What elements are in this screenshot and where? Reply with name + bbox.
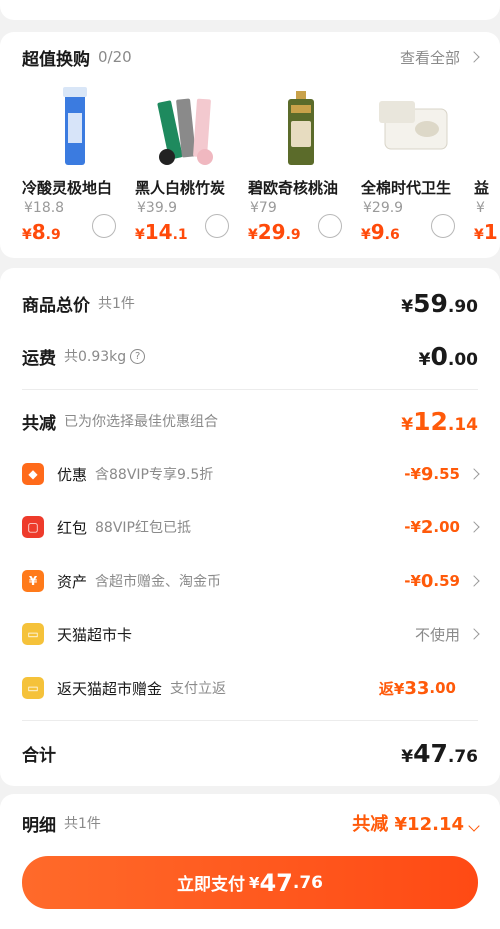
red-packet-row[interactable]: ▢ 红包 88VIP红包已抵 -¥ 2.00 [22, 514, 480, 540]
assets-desc: 含超市赠金、淘金币 [95, 574, 222, 590]
product-original-price: ¥39.9 [137, 200, 178, 216]
shipping-label: 运费 [22, 348, 56, 369]
discount-desc: 含88VIP专享9.5折 [95, 467, 214, 483]
red-packet-icon: ▢ [22, 516, 44, 538]
assets-value: -¥ 0.59 [404, 570, 460, 592]
detail-row[interactable]: 明细 共1件 共减 ¥12.14 [22, 808, 480, 838]
product-price: ¥14.1 [135, 220, 188, 244]
rebate-desc: 支付立返 [170, 681, 227, 697]
swap-product-list: 冷酸灵极地白 ¥18.8 ¥8.9 黑人白桃竹炭 ¥39.9 ¥14.1 碧欧奇… [22, 87, 500, 247]
chevron-down-icon [468, 820, 480, 832]
shipping-weight: 共0.93kg? [64, 346, 146, 366]
swap-product[interactable]: 冷酸灵极地白 ¥18.8 ¥8.9 [22, 87, 135, 247]
swap-product[interactable]: 益 ¥ ¥1 [474, 87, 500, 247]
chevron-right-icon [468, 575, 480, 587]
checkout-bar: 明细 共1件 共减 ¥12.14 立即支付 ¥ 47 .76 [0, 794, 500, 929]
product-name: 益 [474, 179, 490, 197]
toothpaste-pack-image [157, 98, 213, 165]
red-packet-desc: 88VIP红包已抵 [95, 520, 191, 536]
rebate-row: ▭ 返天猫超市赠金 支付立返 返¥ 33.00 [22, 675, 478, 701]
product-name: 碧欧奇核桃油 [248, 179, 339, 197]
swap-title: 超值换购 [22, 49, 90, 70]
toothpaste-image [63, 87, 87, 165]
swap-header: 超值换购 0/20 查看全部 [22, 44, 480, 70]
select-radio[interactable] [318, 214, 342, 238]
detail-count: 共1件 [64, 816, 101, 832]
oil-bottle-image [288, 91, 314, 165]
swap-product[interactable]: 黑人白桃竹炭 ¥39.9 ¥14.1 [135, 87, 248, 247]
product-original-price: ¥ [476, 200, 485, 216]
gift-card-icon: ▭ [22, 677, 44, 699]
yen-coin-icon: ¥ [22, 570, 44, 592]
detail-label: 明细 [22, 815, 56, 836]
gift-card-icon: ▭ [22, 623, 44, 645]
tmall-card-label: 天猫超市卡 [57, 625, 133, 644]
chevron-right-icon [468, 521, 480, 533]
select-radio[interactable] [205, 214, 229, 238]
product-price: ¥29.9 [248, 220, 301, 244]
product-name: 黑人白桃竹炭 [135, 179, 226, 197]
help-icon[interactable]: ? [130, 348, 146, 364]
rebate-value: 返¥ 33.00 [378, 677, 456, 699]
swap-product[interactable]: 碧欧奇核桃油 ¥79 ¥29.9 [248, 87, 361, 247]
swap-count: 0/20 [98, 48, 132, 66]
previous-section-card [0, 0, 500, 20]
grand-total-label: 合计 [22, 745, 56, 766]
red-packet-value: -¥ 2.00 [404, 516, 460, 538]
goods-total-label: 商品总价 [22, 295, 90, 316]
discount-row[interactable]: ◆ 优惠 含88VIP专享9.5折 -¥ 9.55 [22, 461, 480, 487]
product-original-price: ¥29.9 [363, 200, 404, 216]
product-original-price: ¥18.8 [24, 200, 65, 216]
total-reduction-value: ¥12.14 [401, 406, 478, 436]
chevron-right-icon [468, 51, 480, 63]
assets-row[interactable]: ¥ 资产 含超市赠金、淘金币 -¥ 0.59 [22, 568, 480, 594]
divider [22, 720, 478, 721]
detail-reduction: 共减 ¥12.14 [352, 810, 480, 836]
goods-count: 共1件 [98, 296, 135, 312]
rebate-label: 返天猫超市赠金 [57, 679, 163, 698]
chevron-right-icon [468, 468, 480, 480]
divider [22, 389, 478, 390]
product-price: ¥1 [474, 220, 498, 244]
product-name: 冷酸灵极地白 [22, 179, 113, 197]
discount-value: -¥ 9.55 [404, 463, 460, 485]
red-packet-label: 红包 [57, 518, 88, 537]
product-name: 全棉时代卫生 [361, 179, 452, 197]
tag-icon: ◆ [22, 463, 44, 485]
tmall-card-value: 不使用 [414, 625, 460, 644]
shipping-value: ¥0.00 [418, 341, 478, 371]
shipping-row: 运费 共0.93kg? ¥0.00 [22, 341, 478, 371]
view-all-link[interactable]: 查看全部 [399, 47, 480, 68]
assets-label: 资产 [57, 572, 88, 591]
grand-total-row: 合计 ¥47.76 [22, 736, 478, 770]
view-all-label: 查看全部 [399, 48, 460, 67]
goods-total-row: 商品总价 共1件 ¥59.90 [22, 288, 478, 318]
discount-label: 优惠 [57, 465, 88, 484]
product-price: ¥9.6 [361, 220, 400, 244]
total-reduction-row: 共减 已为你选择最佳优惠组合 ¥12.14 [22, 406, 478, 436]
goods-total-value: ¥59.90 [401, 288, 478, 318]
select-radio[interactable] [92, 214, 116, 238]
swap-purchase-section: 超值换购 0/20 查看全部 冷酸灵极地白 ¥18.8 ¥8.9 黑人白桃竹炭 … [0, 32, 500, 258]
chevron-right-icon [468, 628, 480, 640]
tmall-card-row[interactable]: ▭ 天猫超市卡 不使用 [22, 621, 480, 647]
pay-now-button[interactable]: 立即支付 ¥ 47 .76 [22, 856, 478, 909]
product-price: ¥8.9 [22, 220, 61, 244]
swap-product[interactable]: 全棉时代卫生 ¥29.9 ¥9.6 [361, 87, 474, 247]
select-radio[interactable] [431, 214, 455, 238]
reduction-note: 已为你选择最佳优惠组合 [64, 414, 218, 430]
total-reduction-label: 共减 [22, 413, 56, 434]
grand-total-value: ¥47.76 [401, 738, 478, 768]
product-original-price: ¥79 [250, 200, 277, 216]
cotton-pad-pack-image [379, 101, 448, 150]
price-summary-section: 商品总价 共1件 ¥59.90 运费 共0.93kg? ¥0.00 共减 已为你… [0, 268, 500, 786]
